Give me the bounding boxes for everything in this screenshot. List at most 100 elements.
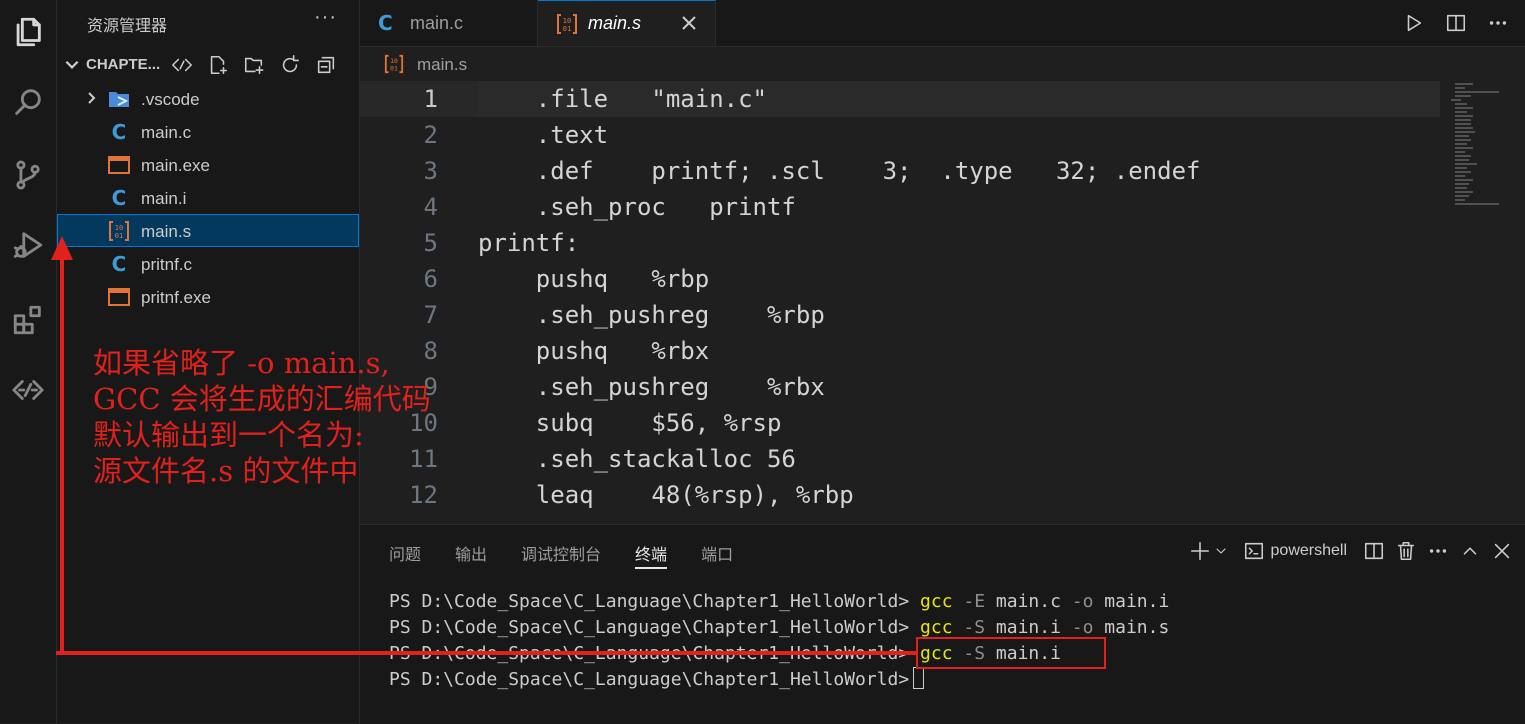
code-line: 8 pushq %rbx	[360, 333, 1440, 369]
terminal-cursor	[913, 667, 925, 689]
line-number: 6	[423, 265, 438, 293]
code-editor[interactable]: 1 .file "main.c" 2 .text 3 .def printf; …	[360, 81, 1440, 524]
terminal-command: gcc	[920, 591, 953, 612]
annotation-line: 默认输出到一个名为:	[93, 418, 364, 452]
tab-terminal[interactable]: 终端	[635, 541, 668, 569]
c-file-icon: C	[378, 11, 393, 35]
tree-item-vscode[interactable]: .vscode	[57, 82, 359, 115]
svg-text:01: 01	[115, 232, 123, 240]
code-line: 10 subq $56, %rsp	[360, 405, 1440, 441]
collapse-all-icon[interactable]	[313, 52, 339, 78]
more-actions-icon[interactable]	[1485, 10, 1511, 36]
terminal-flag: -E	[963, 591, 986, 612]
close-icon[interactable]	[679, 13, 699, 33]
bottom-panel: 问题 输出 调试控制台 终端 端口 powershell PS D:\Code_…	[360, 524, 1525, 724]
split-editor-icon[interactable]	[1443, 10, 1469, 36]
line-number: 7	[423, 301, 438, 329]
new-file-icon[interactable]	[205, 52, 231, 78]
svg-text:10: 10	[390, 58, 398, 65]
refresh-icon[interactable]	[277, 52, 303, 78]
remote-link-icon[interactable]	[169, 52, 195, 78]
extensions-icon[interactable]	[0, 300, 56, 340]
tab-problems[interactable]: 问题	[389, 541, 421, 569]
minimap[interactable]	[1441, 81, 1525, 524]
terminal-line: PS D:\Code_Space\C_Language\Chapter1_Hel…	[389, 667, 1169, 693]
split-terminal-icon[interactable]	[1363, 537, 1385, 565]
tree-item-pritnf-exe[interactable]: pritnf.exe	[57, 280, 359, 313]
breadcrumb: 10 01 main.s	[360, 47, 1525, 81]
tree-item-label: .vscode	[141, 90, 200, 109]
highlight-box	[916, 637, 1106, 669]
explorer-title: 资源管理器	[87, 18, 168, 35]
tab-main-s[interactable]: 10 01 main.s	[538, 0, 716, 46]
terminal-arg: main.i	[985, 617, 1072, 638]
new-terminal-icon[interactable]	[1189, 537, 1211, 565]
terminal-arg	[953, 591, 964, 612]
code-text: pushq %rbx	[478, 337, 710, 365]
tree-item-label: pritnf.c	[141, 255, 193, 274]
tab-label: main.c	[410, 12, 464, 33]
code-line: 2 .text	[360, 117, 1440, 153]
code-text: .seh_pushreg %rbx	[478, 373, 825, 401]
tab-ports[interactable]: 端口	[701, 541, 733, 569]
run-icon[interactable]	[1401, 10, 1427, 36]
trash-icon[interactable]	[1395, 537, 1417, 565]
close-icon[interactable]	[1491, 537, 1513, 565]
file-tree: .vscode C main.c main.exe C main.i 10 01 …	[57, 82, 359, 313]
annotation-line: 如果省略了 -o main.s,	[93, 346, 390, 380]
maximize-panel-icon[interactable]	[1459, 537, 1481, 565]
code-text: pushq %rbp	[478, 265, 710, 293]
code-line: 9 .seh_pushreg %rbx	[360, 369, 1440, 405]
vscode-window: { "sidebar": { "title": "资源管理器", "more":…	[0, 0, 1525, 724]
new-folder-icon[interactable]	[241, 52, 267, 78]
tab-debug-console[interactable]: 调试控制台	[521, 541, 601, 569]
activity-bar	[0, 0, 57, 723]
line-number: 4	[423, 193, 438, 221]
tree-item-main-c[interactable]: C main.c	[57, 115, 359, 148]
tree-item-main-exe[interactable]: main.exe	[57, 148, 359, 181]
remote-explorer-icon[interactable]	[0, 370, 56, 410]
tab-output[interactable]: 输出	[455, 541, 487, 569]
workspace-folder-header[interactable]: CHAPTE...	[57, 48, 359, 80]
explorer-icon[interactable]	[0, 12, 56, 52]
chevron-down-icon[interactable]	[1213, 537, 1229, 565]
more-actions-icon[interactable]	[1427, 537, 1449, 565]
tree-item-main-s[interactable]: 10 01 main.s	[57, 214, 359, 247]
code-text: .text	[478, 121, 609, 149]
terminal-arg: main.i	[1093, 591, 1170, 612]
tree-item-pritnf-c[interactable]: C pritnf.c	[57, 247, 359, 280]
breadcrumb-file[interactable]: main.s	[417, 55, 467, 75]
source-control-icon[interactable]	[0, 155, 56, 195]
arrow-head-icon	[51, 236, 73, 260]
chevron-down-icon	[63, 55, 81, 73]
tab-main-c[interactable]: C main.c	[360, 0, 538, 46]
annotation-arrow-line	[56, 651, 918, 655]
tree-item-label: main.exe	[141, 156, 210, 175]
code-text: .def printf; .scl 3; .type 32; .endef	[478, 157, 1201, 185]
tree-item-main-i[interactable]: C main.i	[57, 181, 359, 214]
editor-tab-bar: C main.c 10 01 main.s	[360, 0, 1525, 47]
tab-label: main.s	[588, 13, 642, 33]
terminal-shell-icon	[1243, 537, 1265, 565]
code-text: subq $56, %rsp	[478, 409, 782, 437]
svg-text:01: 01	[563, 25, 571, 33]
search-icon[interactable]	[0, 82, 56, 122]
code-text: .file "main.c"	[478, 81, 1440, 117]
code-text: leaq 48(%rsp), %rbp	[478, 481, 854, 509]
annotation-line: GCC 会将生成的汇编代码	[93, 382, 431, 416]
svg-text:10: 10	[115, 224, 123, 232]
panel-actions: powershell	[1179, 537, 1525, 565]
explorer-more-button[interactable]: ···	[314, 6, 337, 29]
chevron-right-icon	[83, 90, 99, 106]
annotation-text: 如果省略了 -o main.s, GCC 会将生成的汇编代码 默认输出到一个名为…	[93, 345, 493, 489]
code-text: .seh_stackalloc 56	[478, 445, 796, 473]
code-line: 1 .file "main.c"	[360, 81, 1440, 117]
code-text: .seh_proc printf	[478, 193, 796, 221]
workspace-folder-name: CHAPTE...	[86, 56, 161, 73]
line-number: 5	[423, 229, 438, 257]
run-debug-icon[interactable]	[0, 225, 56, 265]
shell-label[interactable]: powershell	[1271, 542, 1347, 560]
code-line: 11 .seh_stackalloc 56	[360, 441, 1440, 477]
c-file-icon: C	[111, 186, 127, 210]
tree-item-label: main.i	[141, 189, 187, 208]
